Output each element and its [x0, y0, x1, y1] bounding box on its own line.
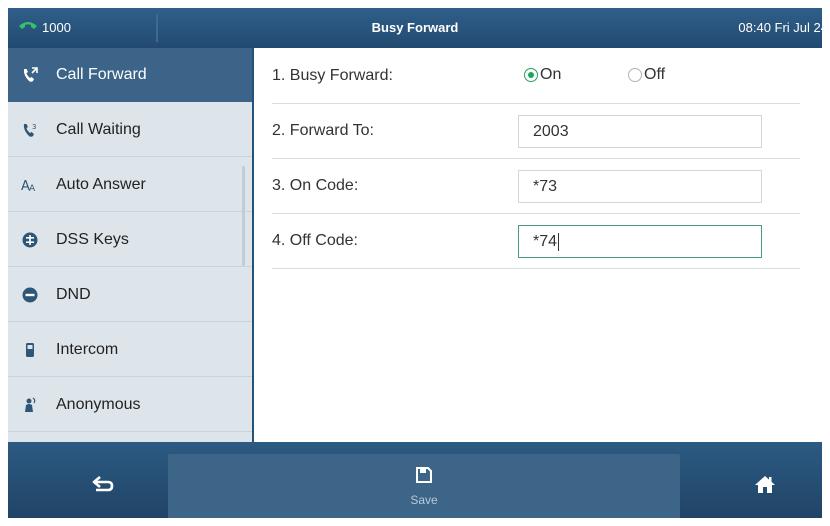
anonymous-icon [18, 393, 42, 417]
auto-answer-icon: AA [18, 173, 42, 197]
busy-forward-label: 1. Busy Forward: [272, 67, 393, 84]
radio-label-off: Off [644, 66, 666, 83]
busy-forward-off-radio[interactable]: Off [628, 66, 665, 84]
radio-selected-icon [524, 68, 538, 82]
sidebar-item-label: DND [56, 285, 91, 303]
sidebar-item-label: Anonymous [56, 395, 141, 413]
softkey-bar: Save [8, 442, 822, 518]
off-code-value: *74 [533, 233, 558, 250]
sidebar-item-call-forward[interactable]: Call Forward [8, 48, 252, 102]
radio-unselected-icon [628, 68, 642, 82]
off-code-row: 4. Off Code: *74 [272, 215, 800, 269]
clock: 08:40 Fri Jul 24 [738, 20, 822, 35]
phone-screen: 1000 Busy Forward 08:40 Fri Jul 24 Call … [8, 8, 822, 518]
sidebar-scrollbar[interactable] [242, 166, 245, 266]
status-bar: 1000 Busy Forward 08:40 Fri Jul 24 [8, 8, 822, 48]
call-forward-icon [18, 63, 42, 87]
svg-text:3: 3 [32, 123, 36, 131]
forward-to-value: 2003 [533, 123, 569, 140]
sidebar-item-dss-keys[interactable]: DSS Keys [8, 213, 252, 267]
sidebar-item-auto-answer[interactable]: AA Auto Answer [8, 158, 252, 212]
dss-keys-icon [18, 228, 42, 252]
home-button[interactable] [720, 454, 810, 518]
sidebar: Call Forward 3 Call Waiting AA Auto Answ… [8, 48, 252, 442]
page-title: Busy Forward [371, 20, 459, 35]
off-code-input[interactable]: *74 [518, 225, 762, 258]
off-code-label: 4. Off Code: [272, 232, 358, 249]
sidebar-item-intercom[interactable]: Intercom [8, 323, 252, 377]
sidebar-item-dnd[interactable]: DND [8, 268, 252, 322]
busy-forward-row: 1. Busy Forward: On Off [272, 50, 800, 104]
back-arrow-icon [91, 474, 115, 499]
forward-to-row: 2. Forward To: 2003 [272, 105, 800, 159]
on-code-input[interactable]: *73 [518, 170, 762, 203]
radio-label-on: On [540, 66, 562, 83]
sidebar-item-label: Intercom [56, 340, 119, 358]
forward-to-input[interactable]: 2003 [518, 115, 762, 148]
sidebar-item-anonymous[interactable]: Anonymous [8, 378, 252, 432]
sidebar-item-label: Auto Answer [56, 175, 146, 193]
home-icon [754, 474, 776, 499]
settings-panel: 1. Busy Forward: On Off 2. Forward To: 2… [254, 48, 822, 442]
busy-forward-on-radio[interactable]: On [524, 66, 561, 84]
on-code-label: 3. On Code: [272, 177, 359, 194]
text-caret [558, 232, 560, 251]
forward-to-label: 2. Forward To: [272, 122, 374, 139]
save-label: Save [410, 492, 438, 507]
sidebar-item-call-waiting[interactable]: 3 Call Waiting [8, 103, 252, 157]
on-code-value: *73 [533, 178, 558, 195]
sidebar-item-label: Call Forward [56, 66, 147, 83]
back-button[interactable] [48, 454, 158, 518]
on-code-row: 3. On Code: *73 [272, 160, 800, 214]
svg-text:A: A [29, 184, 36, 194]
sidebar-item-label: DSS Keys [56, 230, 129, 248]
save-button[interactable]: Save [168, 454, 680, 518]
call-waiting-icon: 3 [18, 118, 42, 142]
save-icon [415, 466, 433, 489]
intercom-icon [18, 338, 42, 362]
dnd-icon [18, 283, 42, 307]
sidebar-item-label: Call Waiting [56, 120, 141, 138]
